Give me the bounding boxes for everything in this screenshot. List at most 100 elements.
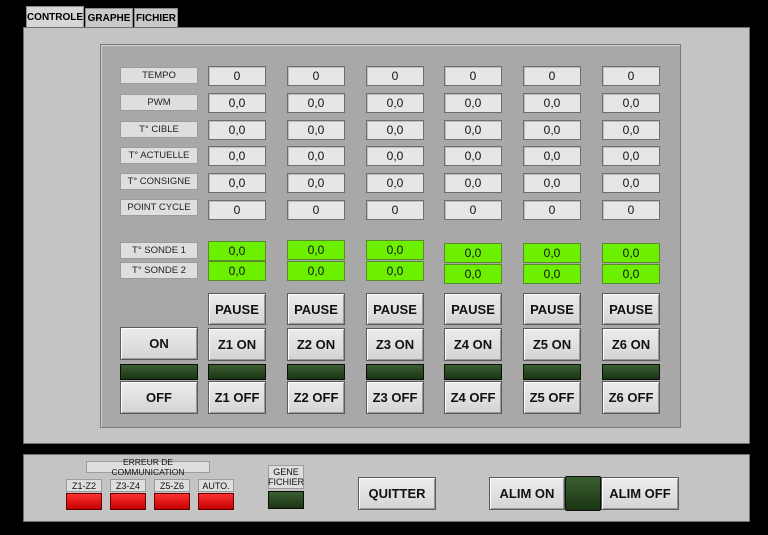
label-t-actuelle: T° ACTUELLE bbox=[120, 147, 198, 164]
comm-label-z1-z2: Z1-Z2 bbox=[66, 479, 102, 492]
z4-sonde1-value: 0,0 bbox=[444, 243, 502, 263]
z2-cible-value: 0,0 bbox=[287, 120, 345, 140]
comm-label-z3-z4: Z3-Z4 bbox=[110, 479, 146, 492]
z1-cycle-value: 0 bbox=[208, 200, 266, 220]
label-t-sonde-2: T° SONDE 2 bbox=[120, 262, 198, 279]
z2-cycle-value: 0 bbox=[287, 200, 345, 220]
z5-tempo-value: 0 bbox=[523, 66, 581, 86]
tab-fichier[interactable]: FICHIER bbox=[134, 8, 178, 27]
label-t-consigne: T° CONSIGNE bbox=[120, 173, 198, 190]
z3-cible-value: 0,0 bbox=[366, 120, 424, 140]
label-t-cible: T° CIBLE bbox=[120, 121, 198, 138]
z6-cible-value: 0,0 bbox=[602, 120, 660, 140]
z6-pwm-value: 0,0 bbox=[602, 93, 660, 113]
z6-tempo-value: 0 bbox=[602, 66, 660, 86]
z1-consigne-value: 0,0 bbox=[208, 173, 266, 193]
z5-sonde1-value: 0,0 bbox=[523, 243, 581, 263]
label-t-sonde-1: T° SONDE 1 bbox=[120, 242, 198, 259]
z6-cycle-value: 0 bbox=[602, 200, 660, 220]
z6-on-button[interactable]: Z6 ON bbox=[602, 328, 660, 361]
master-on-button[interactable]: ON bbox=[120, 327, 198, 360]
z4-pwm-value: 0,0 bbox=[444, 93, 502, 113]
z2-status-led bbox=[287, 364, 345, 380]
alim-on-button[interactable]: ALIM ON bbox=[489, 477, 565, 510]
gene-fichier-label: GENE FICHIER bbox=[268, 465, 304, 489]
z5-consigne-value: 0,0 bbox=[523, 173, 581, 193]
z2-tempo-value: 0 bbox=[287, 66, 345, 86]
comm-error-led-z1-z2 bbox=[66, 493, 102, 510]
label-tempo: TEMPO bbox=[120, 67, 198, 84]
z3-consigne-value: 0,0 bbox=[366, 173, 424, 193]
z3-cycle-value: 0 bbox=[366, 200, 424, 220]
label-point-cycle: POINT CYCLE bbox=[120, 199, 198, 216]
z3-off-button[interactable]: Z3 OFF bbox=[366, 381, 424, 414]
master-off-button[interactable]: OFF bbox=[120, 381, 198, 414]
z4-pause-button[interactable]: PAUSE bbox=[444, 293, 502, 325]
z1-sonde1-value: 0,0 bbox=[208, 241, 266, 261]
tab-controle[interactable]: CONTROLE bbox=[26, 6, 84, 28]
z6-status-led bbox=[602, 364, 660, 380]
z5-sonde2-value: 0,0 bbox=[523, 264, 581, 284]
comm-label-auto: AUTO. bbox=[198, 479, 234, 492]
z5-cible-value: 0,0 bbox=[523, 120, 581, 140]
z6-sonde2-value: 0,0 bbox=[602, 264, 660, 284]
alim-off-button[interactable]: ALIM OFF bbox=[601, 477, 679, 510]
z3-sonde1-value: 0,0 bbox=[366, 240, 424, 260]
z3-pwm-value: 0,0 bbox=[366, 93, 424, 113]
alim-status-led bbox=[565, 476, 601, 511]
z2-consigne-value: 0,0 bbox=[287, 173, 345, 193]
z5-actuelle-value: 0,0 bbox=[523, 146, 581, 166]
z1-sonde2-value: 0,0 bbox=[208, 261, 266, 281]
z3-tempo-value: 0 bbox=[366, 66, 424, 86]
z3-sonde2-value: 0,0 bbox=[366, 261, 424, 281]
z5-status-led bbox=[523, 364, 581, 380]
z2-actuelle-value: 0,0 bbox=[287, 146, 345, 166]
z4-on-button[interactable]: Z4 ON bbox=[444, 328, 502, 361]
z3-pause-button[interactable]: PAUSE bbox=[366, 293, 424, 325]
z2-sonde2-value: 0,0 bbox=[287, 261, 345, 281]
z6-actuelle-value: 0,0 bbox=[602, 146, 660, 166]
comm-error-led-z3-z4 bbox=[110, 493, 146, 510]
z6-pause-button[interactable]: PAUSE bbox=[602, 293, 660, 325]
z1-off-button[interactable]: Z1 OFF bbox=[208, 381, 266, 414]
z1-actuelle-value: 0,0 bbox=[208, 146, 266, 166]
z5-pwm-value: 0,0 bbox=[523, 93, 581, 113]
z4-cible-value: 0,0 bbox=[444, 120, 502, 140]
z1-status-led bbox=[208, 364, 266, 380]
z2-on-button[interactable]: Z2 ON bbox=[287, 328, 345, 361]
comm-error-led-z5-z6 bbox=[154, 493, 190, 510]
master-status-led bbox=[120, 364, 198, 380]
z1-pause-button[interactable]: PAUSE bbox=[208, 293, 266, 325]
z1-cible-value: 0,0 bbox=[208, 120, 266, 140]
z6-off-button[interactable]: Z6 OFF bbox=[602, 381, 660, 414]
z1-on-button[interactable]: Z1 ON bbox=[208, 328, 266, 361]
z5-on-button[interactable]: Z5 ON bbox=[523, 328, 581, 361]
z4-status-led bbox=[444, 364, 502, 380]
z5-off-button[interactable]: Z5 OFF bbox=[523, 381, 581, 414]
z2-pause-button[interactable]: PAUSE bbox=[287, 293, 345, 325]
z2-sonde1-value: 0,0 bbox=[287, 240, 345, 260]
gene-fichier-led bbox=[268, 491, 304, 509]
z3-actuelle-value: 0,0 bbox=[366, 146, 424, 166]
z3-status-led bbox=[366, 364, 424, 380]
comm-error-title: ERREUR DE COMMUNICATION bbox=[86, 457, 210, 477]
label-pwm: PWM bbox=[120, 94, 198, 111]
z4-tempo-value: 0 bbox=[444, 66, 502, 86]
z2-pwm-value: 0,0 bbox=[287, 93, 345, 113]
z4-off-button[interactable]: Z4 OFF bbox=[444, 381, 502, 414]
z4-consigne-value: 0,0 bbox=[444, 173, 502, 193]
z5-cycle-value: 0 bbox=[523, 200, 581, 220]
z3-on-button[interactable]: Z3 ON bbox=[366, 328, 424, 361]
quit-button[interactable]: QUITTER bbox=[358, 477, 436, 510]
z4-cycle-value: 0 bbox=[444, 200, 502, 220]
z1-pwm-value: 0,0 bbox=[208, 93, 266, 113]
z5-pause-button[interactable]: PAUSE bbox=[523, 293, 581, 325]
comm-error-led-auto bbox=[198, 493, 234, 510]
z1-tempo-value: 0 bbox=[208, 66, 266, 86]
tab-graphe[interactable]: GRAPHE bbox=[85, 8, 133, 27]
z4-sonde2-value: 0,0 bbox=[444, 264, 502, 284]
z6-consigne-value: 0,0 bbox=[602, 173, 660, 193]
z2-off-button[interactable]: Z2 OFF bbox=[287, 381, 345, 414]
comm-label-z5-z6: Z5-Z6 bbox=[154, 479, 190, 492]
z4-actuelle-value: 0,0 bbox=[444, 146, 502, 166]
